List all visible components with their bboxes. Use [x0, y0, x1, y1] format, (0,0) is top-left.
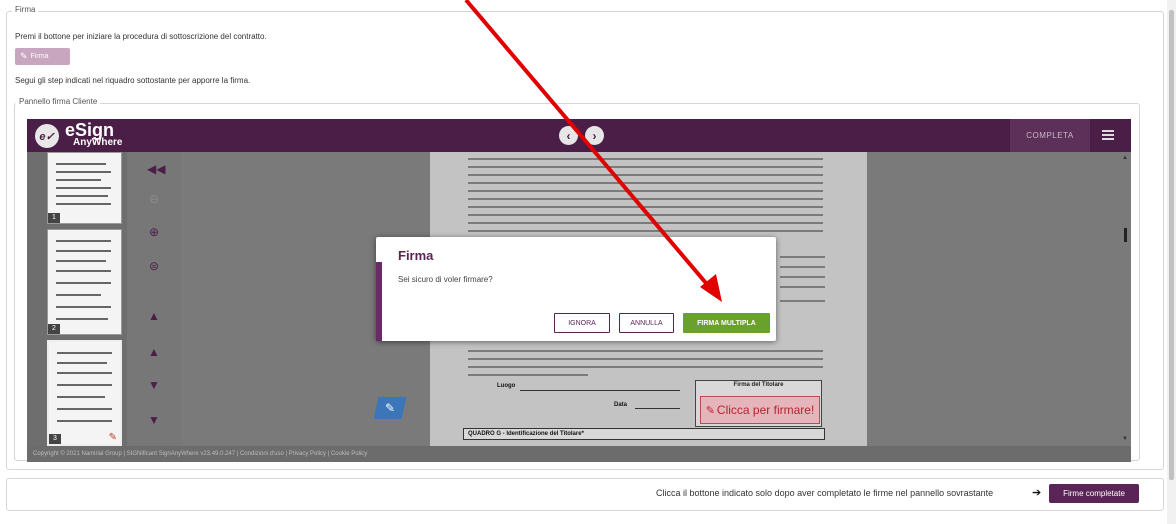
firma-button-label: Firma [30, 53, 49, 60]
page-thumbnail[interactable]: 3 ✎ [47, 340, 122, 446]
previous-page-arrow-icon[interactable]: ▲ [147, 345, 161, 359]
dialog-accent-bar [376, 262, 382, 341]
completion-hint: Clicca il bottone indicato solo dopo ave… [656, 488, 994, 498]
logo-main: eSign [65, 120, 115, 140]
document-scrollbar[interactable] [1120, 152, 1130, 445]
dialog-title: Firma [398, 248, 434, 263]
collapse-thumbnails-icon[interactable]: ◀◀ [147, 162, 165, 176]
signature-pending-icon: ✎ [108, 432, 117, 443]
thumbnail-number: 3 [49, 434, 61, 444]
page-scroll-thumb[interactable] [1169, 10, 1174, 480]
completa-button[interactable]: COMPLETA [1010, 119, 1090, 152]
thumbnail-number: 1 [48, 213, 60, 223]
zoom-in-icon[interactable]: ⊕ [147, 225, 161, 239]
annulla-button[interactable]: ANNULLA [619, 313, 674, 333]
fit-page-icon[interactable]: ⊜ [147, 259, 161, 273]
esign-logo-icon: e✓ [35, 124, 59, 148]
sign-pen-icon: ✎ [705, 404, 715, 417]
firma-legend: Firma [12, 5, 39, 14]
dialog-message: Sei sicuro di voler firmare? [398, 275, 493, 284]
signature-pen-button[interactable]: ✎ [373, 397, 407, 419]
previous-page-icon[interactable]: ‹ [559, 126, 578, 145]
thumbnail-number: 2 [48, 324, 60, 334]
doc-luogo-label: Luogo [497, 383, 516, 389]
ignora-button[interactable]: IGNORA [554, 313, 610, 333]
firme-completate-button[interactable]: Firme completate [1049, 484, 1139, 503]
scroll-down-icon[interactable]: ▼ [1122, 436, 1128, 442]
viewer-footer: Copyright © 2021 Namirial Group | SIGNif… [27, 446, 1131, 462]
firma-button[interactable]: ✎ Firma [15, 48, 70, 65]
pen-icon: ✎ [384, 401, 396, 415]
signature-title: Firma del Titolare [733, 382, 784, 388]
firma-instruction: Premi il bottone per iniziare la procedu… [15, 32, 267, 41]
thumbnails-panel: 1 2 3 ✎ [27, 152, 127, 446]
doc-data-label: Data [614, 402, 628, 408]
next-page-arrow-icon[interactable]: ▼ [147, 378, 161, 392]
firma-multipla-button[interactable]: FIRMA MULTIPLA [683, 313, 770, 333]
quadro-g-header: QUADRO G - Identificazione del Titolare* [463, 428, 825, 440]
confirm-sign-dialog: Firma Sei sicuro di voler firmare? IGNOR… [376, 237, 776, 341]
first-page-icon[interactable]: ▲ [147, 309, 161, 323]
scroll-up-icon[interactable]: ▲ [1122, 155, 1128, 161]
next-page-icon[interactable]: › [585, 126, 604, 145]
logo-sub: AnyWhere [73, 137, 123, 148]
click-to-sign-field[interactable]: ✎ Clicca per firmare! [700, 396, 820, 424]
zoom-out-disabled-icon: ⊖ [148, 192, 160, 206]
viewer-tools: ◀◀ ⊖ ⊕ ⊜ ▲ ▲ ▼ ▼ [127, 152, 182, 446]
steps-instruction: Segui gli step indicati nel riquadro sot… [15, 76, 251, 85]
arrow-right-icon: ➔ [1032, 487, 1042, 499]
page-thumbnail[interactable]: 1 [47, 152, 122, 224]
edit-icon: ✎ [20, 51, 28, 61]
last-page-icon[interactable]: ▼ [147, 413, 161, 427]
hamburger-menu-icon[interactable] [1102, 130, 1114, 140]
viewer-toolbar: e✓ eSign AnyWhere ‹ › COMPLETA [27, 119, 1131, 152]
click-to-sign-label: Clicca per firmare! [716, 403, 815, 417]
signature-panel-legend: Pannello firma Cliente [16, 97, 101, 106]
document-scroll-thumb[interactable] [1124, 228, 1127, 242]
page-thumbnail[interactable]: 2 [47, 229, 122, 335]
